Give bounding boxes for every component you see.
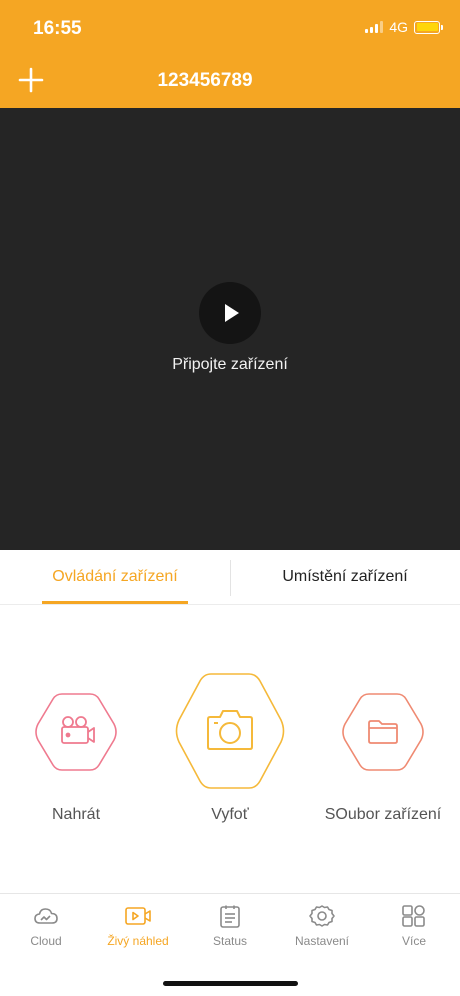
folder-icon [368, 720, 398, 744]
record-button[interactable]: Nahrát [30, 690, 122, 840]
battery-icon [414, 20, 443, 34]
status-time: 16:55 [33, 18, 82, 39]
header: 16:55 4G 123456789 [0, 0, 460, 108]
tabbar-item-status[interactable]: Status [184, 904, 276, 948]
gear-icon [309, 905, 335, 927]
home-indicator[interactable] [163, 981, 298, 986]
snapshot-label: Vyfoť [211, 806, 249, 823]
live-video-area[interactable]: Připojte zařízení [0, 108, 460, 550]
video-camera-icon [61, 716, 95, 744]
tab-divider [230, 560, 231, 596]
snapshot-button[interactable]: Vyfoť [170, 670, 290, 840]
camera-icon [207, 710, 253, 750]
tabbar-item-live-view[interactable]: Živý náhled [92, 904, 184, 948]
live-video-icon [125, 907, 151, 925]
record-label: Nahrát [51, 806, 101, 823]
tab-device-control[interactable]: Ovládání zařízení [0, 550, 230, 604]
connect-device-message: Připojte zařízení [172, 356, 288, 373]
files-hexagon [342, 693, 424, 771]
tab-device-location[interactable]: Umístění zařízení [230, 550, 460, 604]
snapshot-hexagon [175, 673, 285, 789]
page-title: 123456789 [157, 70, 253, 91]
signal-icon [365, 21, 384, 33]
record-hexagon [35, 693, 117, 771]
grid-icon [402, 905, 425, 927]
active-tab-indicator [42, 601, 188, 604]
play-icon [225, 304, 239, 322]
play-button[interactable] [199, 282, 261, 344]
network-type: 4G [389, 19, 408, 35]
device-files-label: SOubor zařízení [324, 806, 442, 823]
tab-bar-top: Ovládání zařízení Umístění zařízení [0, 550, 460, 605]
tabbar-item-cloud[interactable]: Cloud [0, 904, 92, 948]
clipboard-icon [220, 905, 240, 928]
bottom-tab-bar: Cloud Živý náhled Status Nastavení Více [0, 893, 460, 996]
status-indicators: 4G [365, 19, 443, 35]
tabbar-item-settings[interactable]: Nastavení [276, 904, 368, 948]
tabbar-item-more[interactable]: Více [368, 904, 460, 948]
cloud-icon [34, 908, 58, 924]
device-files-button[interactable]: SOubor zařízení [320, 690, 446, 840]
